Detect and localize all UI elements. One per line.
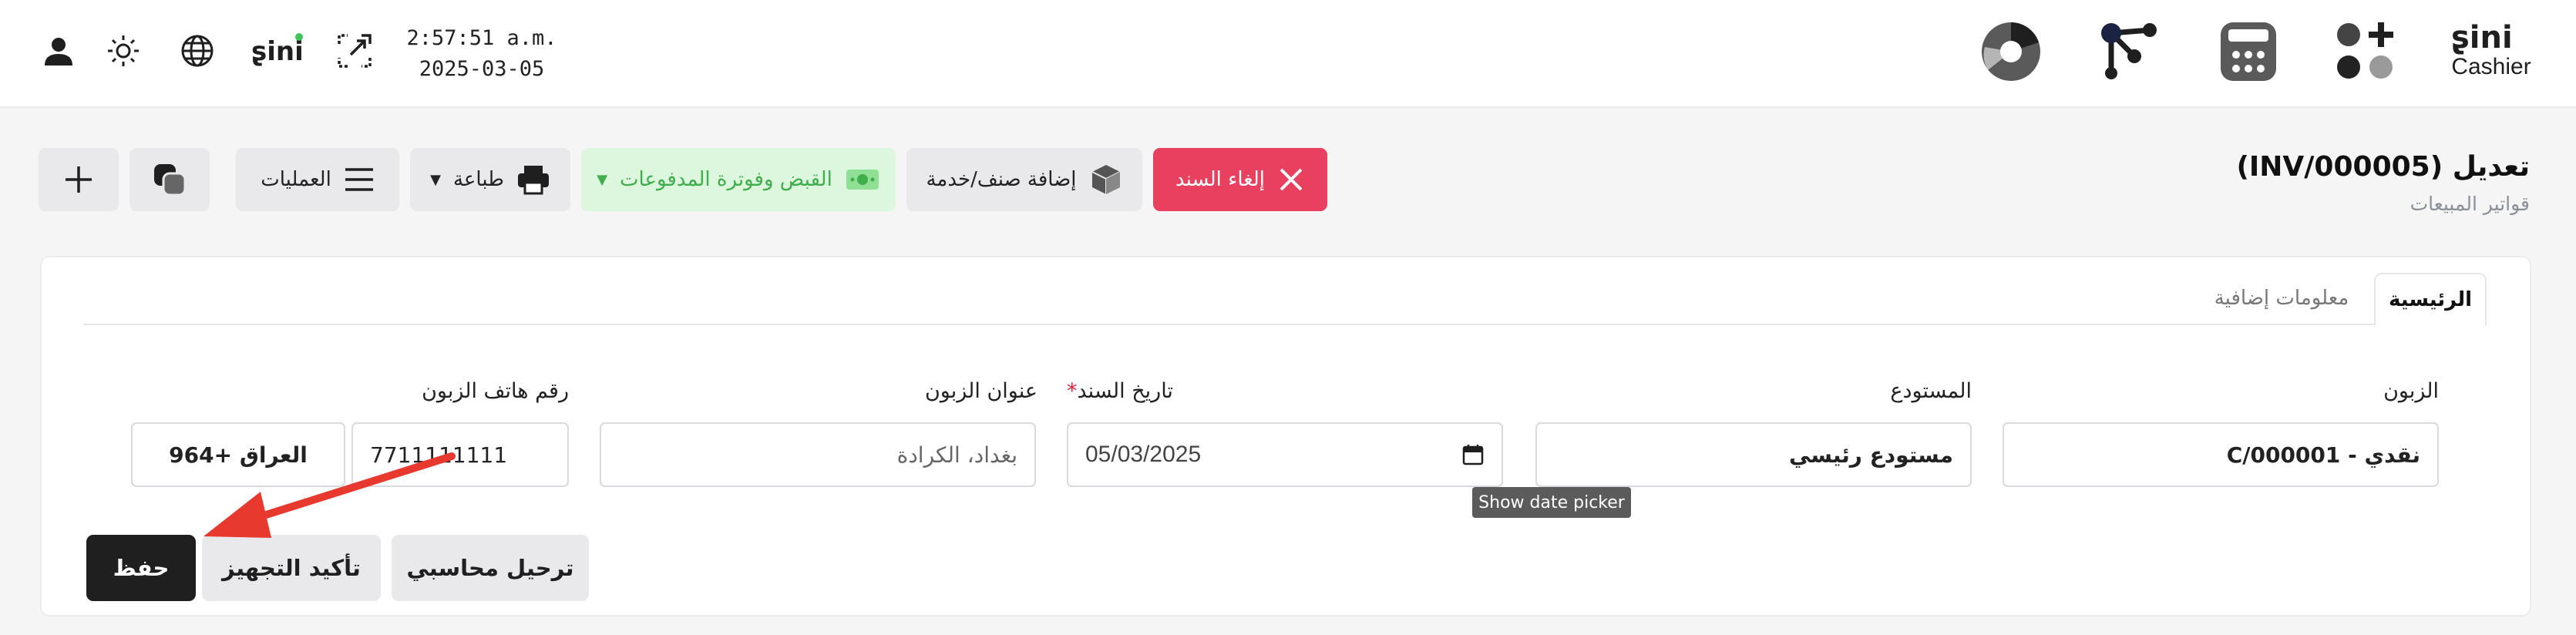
customer-label: الزبون xyxy=(2383,379,2439,403)
plus-icon xyxy=(66,166,92,193)
top-bar xyxy=(0,0,2576,108)
close-icon xyxy=(1280,168,1303,191)
clock-time: 2:57:51 a.m. xyxy=(406,26,557,50)
date-input[interactable]: 05/03/2025 xyxy=(1067,422,1503,487)
sini-logo-mark: ʂini xyxy=(2451,20,2513,55)
svg-text:ʂini: ʂini xyxy=(2451,20,2513,55)
date-value: 05/03/2025 xyxy=(1085,442,1202,467)
sini-chat-logo[interactable]: ʂini xyxy=(248,28,307,71)
payment-button[interactable]: القبض وفوترة المدفوعات ▼ xyxy=(581,148,896,211)
operations-label: العمليات xyxy=(261,168,331,191)
warehouse-label: المستودع xyxy=(1890,379,1972,403)
page-subtitle: قواتير المبيعات xyxy=(2410,193,2530,215)
add-new-button[interactable] xyxy=(39,148,119,211)
add-item-label: إضافة صنف/خدمة xyxy=(926,168,1077,191)
calendar-icon[interactable] xyxy=(1461,443,1485,466)
tabs-divider xyxy=(83,324,2487,325)
add-item-button[interactable]: إضافة صنف/خدمة xyxy=(906,148,1142,211)
cancel-document-label: إلغاء السند xyxy=(1175,168,1265,191)
phone-label: رقم هاتف الزبون xyxy=(422,379,569,403)
date-picker-tooltip: Show date picker xyxy=(1472,487,1631,518)
chevron-down-icon: ▼ xyxy=(430,171,441,188)
tab-extra-info[interactable]: معلومات إضافية xyxy=(2197,273,2366,324)
address-label: عنوان الزبون xyxy=(924,379,1037,403)
tab-main[interactable]: الرئيسية xyxy=(2374,273,2487,325)
chevron-down-icon: ▼ xyxy=(597,171,608,188)
page-title: تعديل (INV/000005) xyxy=(2236,151,2530,183)
print-button[interactable]: طباعة ▼ xyxy=(410,148,570,211)
share-nodes-icon[interactable] xyxy=(2095,17,2164,86)
address-input[interactable]: بغداد، الكرادة xyxy=(600,422,1036,487)
warehouse-select[interactable]: مستودع رئيسي xyxy=(1535,422,1972,487)
warehouse-value: مستودع رئيسي xyxy=(1789,442,1953,468)
globe-icon[interactable] xyxy=(177,31,217,71)
printer-icon xyxy=(517,166,549,195)
calculator-icon[interactable] xyxy=(2214,17,2283,86)
copy-icon xyxy=(154,164,187,197)
address-value: بغداد، الكرادة xyxy=(896,442,1017,468)
print-label: طباعة xyxy=(452,168,504,191)
expand-icon[interactable] xyxy=(333,29,376,72)
save-button[interactable]: حفظ xyxy=(86,535,196,601)
box-icon xyxy=(1091,165,1120,194)
date-label-text: تاريخ السند xyxy=(1077,379,1173,403)
annotation-arrow xyxy=(203,452,456,538)
sun-icon[interactable] xyxy=(103,31,143,71)
cash-icon xyxy=(846,170,879,190)
customer-select[interactable]: نقدي - C/000001 xyxy=(2003,422,2439,487)
operations-menu-button[interactable]: العمليات xyxy=(236,148,399,211)
payment-label: القبض وفوترة المدفوعات xyxy=(620,168,832,191)
clock-date: 2025-03-05 xyxy=(419,57,545,81)
duplicate-button[interactable] xyxy=(129,148,210,211)
date-label: تاريخ السند* xyxy=(1067,379,1503,403)
user-icon[interactable] xyxy=(39,31,79,71)
cancel-document-button[interactable]: إلغاء السند xyxy=(1153,148,1327,211)
menu-icon xyxy=(345,168,373,191)
brand-logo[interactable]: ʂini Cashier xyxy=(2443,17,2539,86)
required-marker: * xyxy=(1067,379,1078,403)
brand-name: Cashier xyxy=(2451,54,2531,79)
pie-chart-icon[interactable] xyxy=(1976,17,2046,86)
clock: 2:57:51 a.m. 2025-03-05 xyxy=(401,23,563,85)
svg-text:ʂini: ʂini xyxy=(251,36,304,67)
customer-value: نقدي - C/000001 xyxy=(2226,442,2420,468)
apps-add-icon[interactable] xyxy=(2331,17,2400,86)
